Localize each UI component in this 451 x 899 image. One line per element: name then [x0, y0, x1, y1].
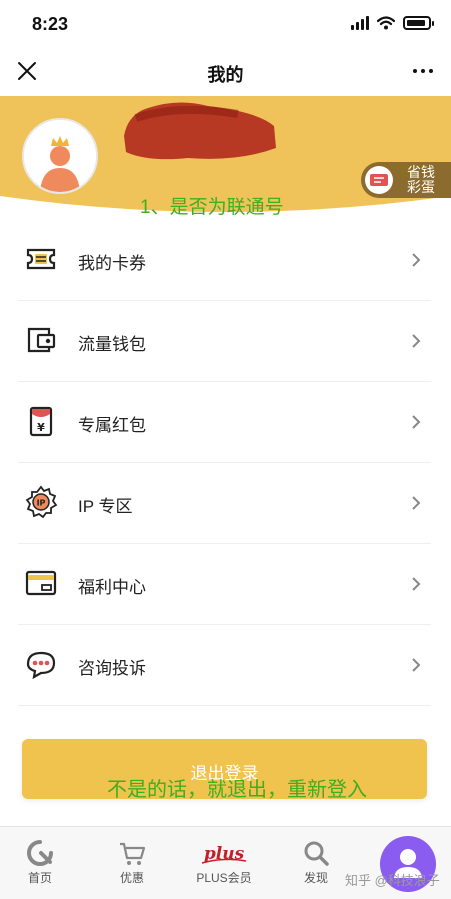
menu-item-data-wallet[interactable]: 流量钱包 — [18, 301, 431, 382]
lottery-label: 省钱彩蛋 — [407, 164, 435, 195]
menu-item-label: 咨询投诉 — [78, 659, 146, 678]
signal-icon — [351, 16, 369, 30]
chat-icon — [26, 651, 56, 680]
menu-item-label: 福利中心 — [78, 578, 146, 597]
card-icon — [25, 570, 57, 596]
chevron-right-icon — [412, 253, 421, 267]
logout-button[interactable]: 退出登录 不是的话，就退出，重新登入 — [22, 739, 427, 801]
annotation-text: 不是的话，就退出，重新登入 — [107, 779, 367, 801]
wallet-icon — [27, 327, 56, 353]
tab-label: 发现 — [303, 871, 328, 885]
ticket-icon — [365, 166, 393, 194]
red-packet-icon: ¥ — [29, 406, 53, 437]
redacted-username — [124, 102, 276, 160]
nav-bar: 我的 — [0, 48, 451, 96]
more-icon[interactable] — [411, 60, 435, 82]
battery-icon — [403, 16, 434, 30]
menu-item-label: 流量钱包 — [78, 335, 146, 354]
menu-list: 我的卡券 流量钱包 ¥ 专属红包 IP IP 专区 福利中心 咨询投诉 — [18, 220, 431, 706]
tab-label: 首页 — [27, 871, 52, 885]
tab-label: PLUS会员 — [196, 871, 252, 885]
avatar-icon — [24, 120, 96, 192]
chevron-right-icon — [412, 415, 421, 429]
tab-label: 优惠 — [119, 871, 144, 885]
menu-item-ip-zone[interactable]: IP IP 专区 — [18, 463, 431, 544]
tab-offers[interactable]: 优惠 — [92, 827, 172, 899]
tab-plus[interactable]: plus PLUS会员 — [184, 827, 264, 899]
menu-item-coupons[interactable]: 我的卡券 — [18, 220, 431, 301]
lottery-badge[interactable]: 省钱彩蛋 — [361, 162, 451, 198]
menu-item-label: IP 专区 — [78, 497, 133, 516]
menu-item-consult-complaint[interactable]: 咨询投诉 — [18, 625, 431, 706]
menu-item-label: 我的卡券 — [78, 254, 146, 273]
chevron-right-icon — [412, 496, 421, 510]
annotation-text: 1、是否为联通号 — [140, 197, 284, 218]
ip-badge-icon: IP — [25, 485, 58, 519]
menu-item-red-packet[interactable]: ¥ 专属红包 — [18, 382, 431, 463]
svg-text:¥: ¥ — [37, 421, 45, 434]
svg-text:IP: IP — [37, 499, 46, 508]
status-bar: 8:23 — [0, 0, 451, 48]
menu-item-label: 专属红包 — [78, 416, 146, 435]
tab-discover[interactable]: 发现 — [276, 827, 356, 899]
chevron-right-icon — [412, 658, 421, 672]
profile-header: 1、是否为联通号 省钱彩蛋 — [0, 96, 451, 220]
avatar[interactable] — [22, 118, 98, 194]
chevron-right-icon — [412, 334, 421, 348]
search-icon — [304, 841, 329, 866]
status-time: 8:23 — [32, 14, 69, 34]
status-icons — [351, 16, 434, 30]
coupon-icon — [26, 248, 56, 270]
tab-home[interactable]: 首页 — [0, 827, 80, 899]
menu-item-welfare-center[interactable]: 福利中心 — [18, 544, 431, 625]
cart-icon — [120, 842, 146, 865]
plus-logo-icon: plus — [201, 844, 247, 864]
wifi-icon — [377, 16, 395, 30]
watermark: 知乎 @科技浪子 — [345, 873, 440, 888]
home-icon — [27, 840, 53, 866]
page-title: 我的 — [207, 65, 244, 85]
chevron-right-icon — [412, 577, 421, 591]
